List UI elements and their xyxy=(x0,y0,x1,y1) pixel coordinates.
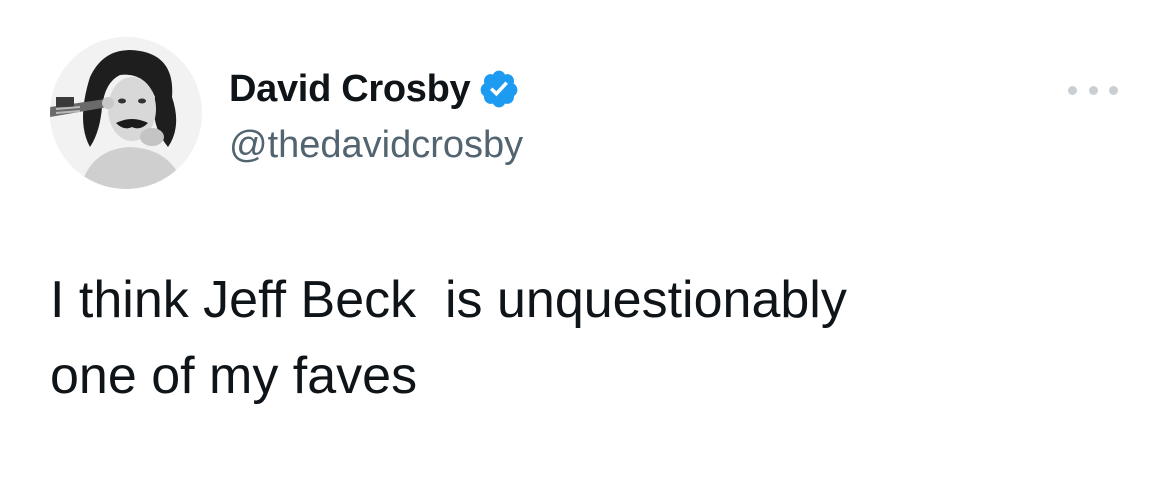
tweet-card: David Crosby @thedavidcrosby I think Jef… xyxy=(0,0,1170,487)
author-handle[interactable]: @thedavidcrosby xyxy=(229,120,523,170)
more-horizontal-icon-dot xyxy=(1109,85,1118,95)
author-name-row: David Crosby xyxy=(229,64,520,114)
more-horizontal-icon-dot xyxy=(1068,85,1077,95)
more-horizontal-icon-dot xyxy=(1088,85,1098,95)
avatar[interactable] xyxy=(50,37,202,189)
verified-badge-icon xyxy=(478,68,520,110)
more-options-button[interactable] xyxy=(1068,78,1118,102)
author-display-name[interactable]: David Crosby xyxy=(229,64,471,114)
tweet-text: I think Jeff Beck is unquestionably one … xyxy=(50,271,847,405)
avatar-photo xyxy=(50,37,202,189)
